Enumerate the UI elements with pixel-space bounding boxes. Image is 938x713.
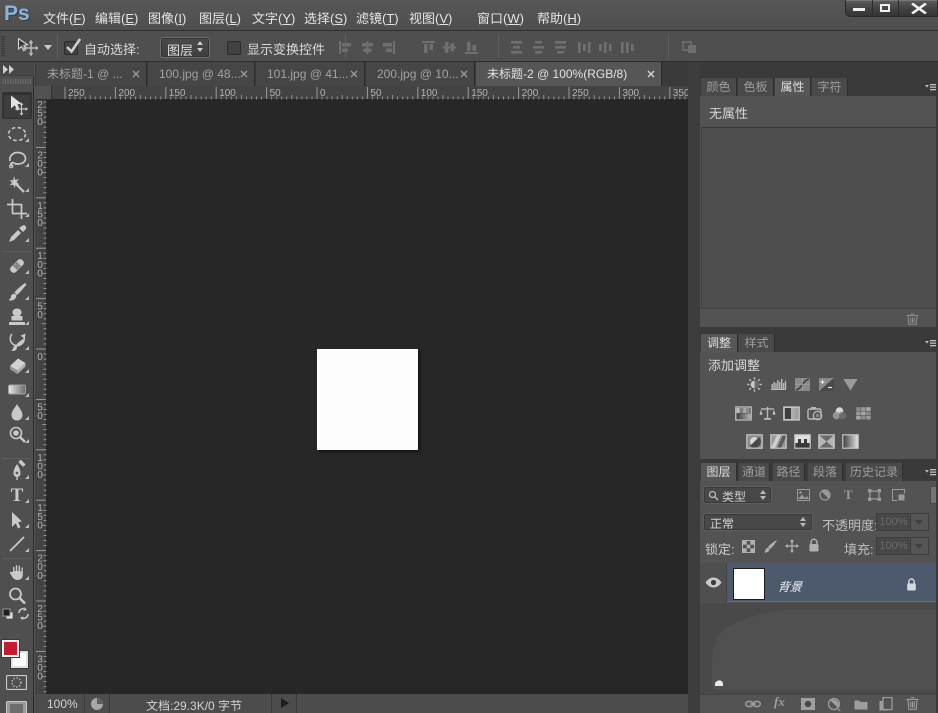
svg-text:0: 0	[37, 117, 43, 128]
svg-text:0: 0	[37, 168, 43, 179]
svg-text:0: 0	[37, 352, 43, 363]
svg-text:0: 0	[37, 470, 43, 481]
svg-text:150: 150	[471, 88, 488, 99]
svg-text:0: 0	[37, 411, 43, 422]
svg-text:250: 250	[572, 88, 589, 99]
svg-text:200: 200	[118, 88, 135, 99]
svg-text:0: 0	[37, 571, 43, 582]
svg-text:100: 100	[219, 88, 236, 99]
svg-text:0: 0	[37, 520, 43, 531]
svg-text:0: 0	[37, 268, 43, 279]
svg-text:0: 0	[37, 310, 43, 321]
svg-text:100: 100	[421, 88, 438, 99]
svg-text:0: 0	[37, 218, 43, 229]
svg-text:0: 0	[37, 621, 43, 632]
svg-text:150: 150	[169, 88, 186, 99]
svg-text:T: T	[11, 485, 24, 506]
svg-text:0: 0	[37, 672, 43, 683]
svg-text:300: 300	[622, 88, 639, 99]
svg-text:0: 0	[320, 88, 326, 99]
svg-text:250: 250	[68, 88, 85, 99]
svg-text:200: 200	[522, 88, 539, 99]
